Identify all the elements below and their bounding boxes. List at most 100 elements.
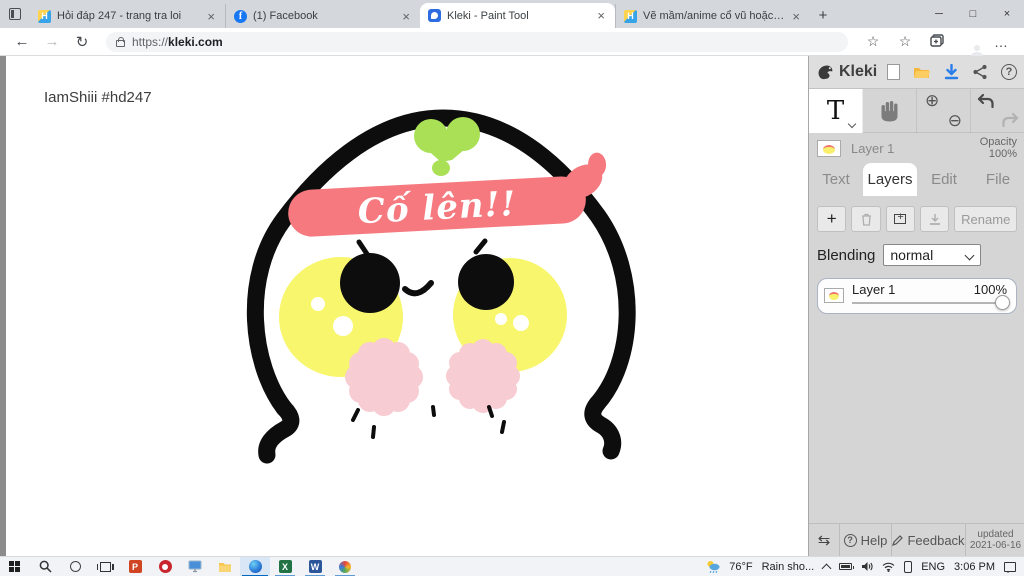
url-scheme: https:// bbox=[132, 34, 169, 49]
close-window-button[interactable]: × bbox=[990, 0, 1024, 28]
start-button[interactable] bbox=[0, 557, 30, 576]
kleki-drawing-canvas[interactable]: IamShiii #hd247 Cố lên!! bbox=[0, 56, 808, 556]
tab-edit[interactable]: Edit bbox=[917, 163, 971, 196]
layer-thumbnail bbox=[824, 288, 844, 303]
url-field[interactable]: https:// kleki.com bbox=[106, 31, 848, 52]
zoom-tools: ⊕ ⊖ bbox=[917, 89, 971, 133]
show-hidden-icons-chevron[interactable] bbox=[821, 563, 832, 573]
history-tools bbox=[971, 89, 1024, 133]
refresh-button[interactable]: ↻ bbox=[70, 33, 94, 51]
taskbar-edge[interactable] bbox=[240, 556, 270, 576]
taskbar-color-app[interactable] bbox=[330, 557, 360, 576]
taskbar-red-app[interactable] bbox=[150, 557, 180, 576]
zoom-in-icon[interactable]: ⊕ bbox=[925, 91, 939, 111]
tab-actions-menu-button[interactable] bbox=[0, 2, 30, 26]
tab-close-icon[interactable]: × bbox=[595, 9, 607, 22]
windows-taskbar: P X W 76°F Rain sho... ENG 3:06 PM bbox=[0, 556, 1024, 576]
share-icon[interactable] bbox=[972, 64, 988, 80]
color-wheel-app-icon bbox=[339, 560, 351, 573]
forward-button[interactable]: → bbox=[40, 33, 64, 50]
pencil-icon bbox=[892, 534, 904, 546]
undo-icon[interactable] bbox=[977, 93, 996, 110]
url-host: kleki.com bbox=[168, 34, 223, 49]
blending-label: Blending bbox=[817, 246, 876, 264]
opacity-slider-knob[interactable] bbox=[995, 295, 1010, 310]
tab-ve-mam[interactable]: H Vẽ mầm/anime cổ vũ hoặc cali × bbox=[615, 4, 810, 28]
duplicate-layer-button[interactable] bbox=[885, 206, 916, 232]
new-tab-button[interactable]: + bbox=[810, 3, 836, 27]
redo-icon[interactable] bbox=[1000, 112, 1019, 129]
layer-row-1[interactable]: Layer 1 100% bbox=[817, 278, 1017, 314]
cortana-button[interactable] bbox=[60, 557, 90, 576]
tab-title: Kleki - Paint Tool bbox=[447, 9, 529, 22]
tab-actions-icon bbox=[9, 8, 21, 20]
help-button[interactable]: ? Help bbox=[839, 524, 891, 556]
tab-kleki-active[interactable]: Kleki - Paint Tool × bbox=[420, 3, 615, 28]
favorites-star-icon[interactable]: ☆ bbox=[860, 33, 886, 50]
system-tray: 76°F Rain sho... ENG 3:06 PM bbox=[706, 560, 1024, 573]
tab-close-icon[interactable]: × bbox=[790, 10, 802, 23]
weather-icon bbox=[707, 561, 720, 573]
open-file-icon[interactable] bbox=[913, 65, 931, 80]
tab-title: Hỏi đáp 247 - trang tra loi bbox=[57, 10, 182, 22]
merge-layer-button[interactable] bbox=[920, 206, 950, 232]
tab-layers[interactable]: Layers bbox=[863, 163, 917, 196]
taskbar-excel[interactable]: X bbox=[270, 557, 300, 576]
save-download-icon[interactable] bbox=[944, 64, 959, 80]
tab-facebook[interactable]: f (1) Facebook × bbox=[225, 4, 420, 28]
layer-name: Layer 1 bbox=[852, 282, 896, 297]
blending-select[interactable]: normal bbox=[883, 244, 982, 266]
tab-close-icon[interactable]: × bbox=[205, 10, 217, 23]
minimize-button[interactable]: ─ bbox=[922, 0, 956, 28]
tab-close-icon[interactable]: × bbox=[400, 10, 412, 23]
search-button[interactable] bbox=[30, 557, 60, 576]
swap-ui-side-button[interactable]: ⇆ bbox=[809, 524, 839, 556]
browser-address-bar: ← → ↻ https:// kleki.com ☆ ☆ … bbox=[0, 28, 1024, 56]
wifi-icon[interactable] bbox=[882, 562, 895, 572]
kleki-header: Kleki ? bbox=[809, 56, 1024, 89]
maximize-button[interactable]: □ bbox=[956, 0, 990, 28]
help-icon[interactable]: ? bbox=[1001, 64, 1017, 80]
settings-more-button[interactable]: … bbox=[988, 34, 1014, 50]
back-button[interactable]: ← bbox=[10, 33, 34, 50]
collections-icon[interactable] bbox=[924, 33, 950, 50]
clock[interactable]: 3:06 PM bbox=[954, 561, 995, 573]
window-controls: ─ □ × bbox=[922, 0, 1024, 28]
current-layer-bar[interactable]: Layer 1 Opacity 100% bbox=[809, 133, 1024, 163]
taskbar-powerpoint[interactable]: P bbox=[120, 557, 150, 576]
action-center-icon[interactable] bbox=[1004, 561, 1016, 573]
add-layer-button[interactable]: + bbox=[817, 206, 847, 232]
tab-text[interactable]: Text bbox=[809, 163, 863, 196]
delete-layer-button[interactable] bbox=[851, 206, 881, 232]
hand-tool-button[interactable] bbox=[863, 89, 917, 133]
taskbar-word[interactable]: W bbox=[300, 557, 330, 576]
your-phone-icon[interactable] bbox=[904, 560, 913, 573]
question-icon: ? bbox=[843, 533, 857, 547]
zoom-out-icon[interactable]: ⊖ bbox=[948, 111, 962, 131]
headband-text: Cố lên!! bbox=[357, 184, 518, 232]
volume-icon[interactable] bbox=[861, 561, 873, 572]
blending-value: normal bbox=[890, 247, 934, 263]
feedback-button[interactable]: Feedback bbox=[891, 524, 965, 556]
tab-title: Vẽ mầm/anime cổ vũ hoặc cali bbox=[643, 10, 785, 22]
layer-thumbnail bbox=[817, 139, 841, 157]
opacity-readout: Opacity 100% bbox=[979, 136, 1017, 160]
kleki-brand-text: Kleki bbox=[839, 63, 878, 80]
weather-temperature[interactable]: 76°F bbox=[729, 561, 752, 573]
tab-file[interactable]: File bbox=[971, 163, 1024, 196]
weather-description[interactable]: Rain sho... bbox=[762, 561, 815, 573]
opacity-slider-track[interactable] bbox=[852, 302, 1003, 304]
task-view-button[interactable] bbox=[90, 557, 120, 576]
updated-info: updated 2021-06-16 bbox=[965, 524, 1024, 556]
rename-layer-button[interactable]: Rename bbox=[954, 206, 1018, 232]
taskbar-file-explorer[interactable] bbox=[210, 557, 240, 576]
taskbar-this-pc[interactable] bbox=[180, 557, 210, 576]
favorites-bar-icon[interactable]: ☆ bbox=[892, 33, 918, 50]
battery-icon[interactable] bbox=[839, 563, 855, 570]
tab-hoidap247[interactable]: H Hỏi đáp 247 - trang tra loi × bbox=[30, 4, 225, 28]
language-indicator[interactable]: ENG bbox=[921, 561, 945, 573]
new-image-icon[interactable] bbox=[887, 64, 900, 80]
facebook-favicon-icon: f bbox=[234, 9, 247, 23]
kleki-sidebar: Kleki ? T ⊕ ⊖ Layer 1 Opacity 100% Text … bbox=[808, 56, 1024, 556]
text-tool-button[interactable]: T bbox=[809, 89, 863, 133]
